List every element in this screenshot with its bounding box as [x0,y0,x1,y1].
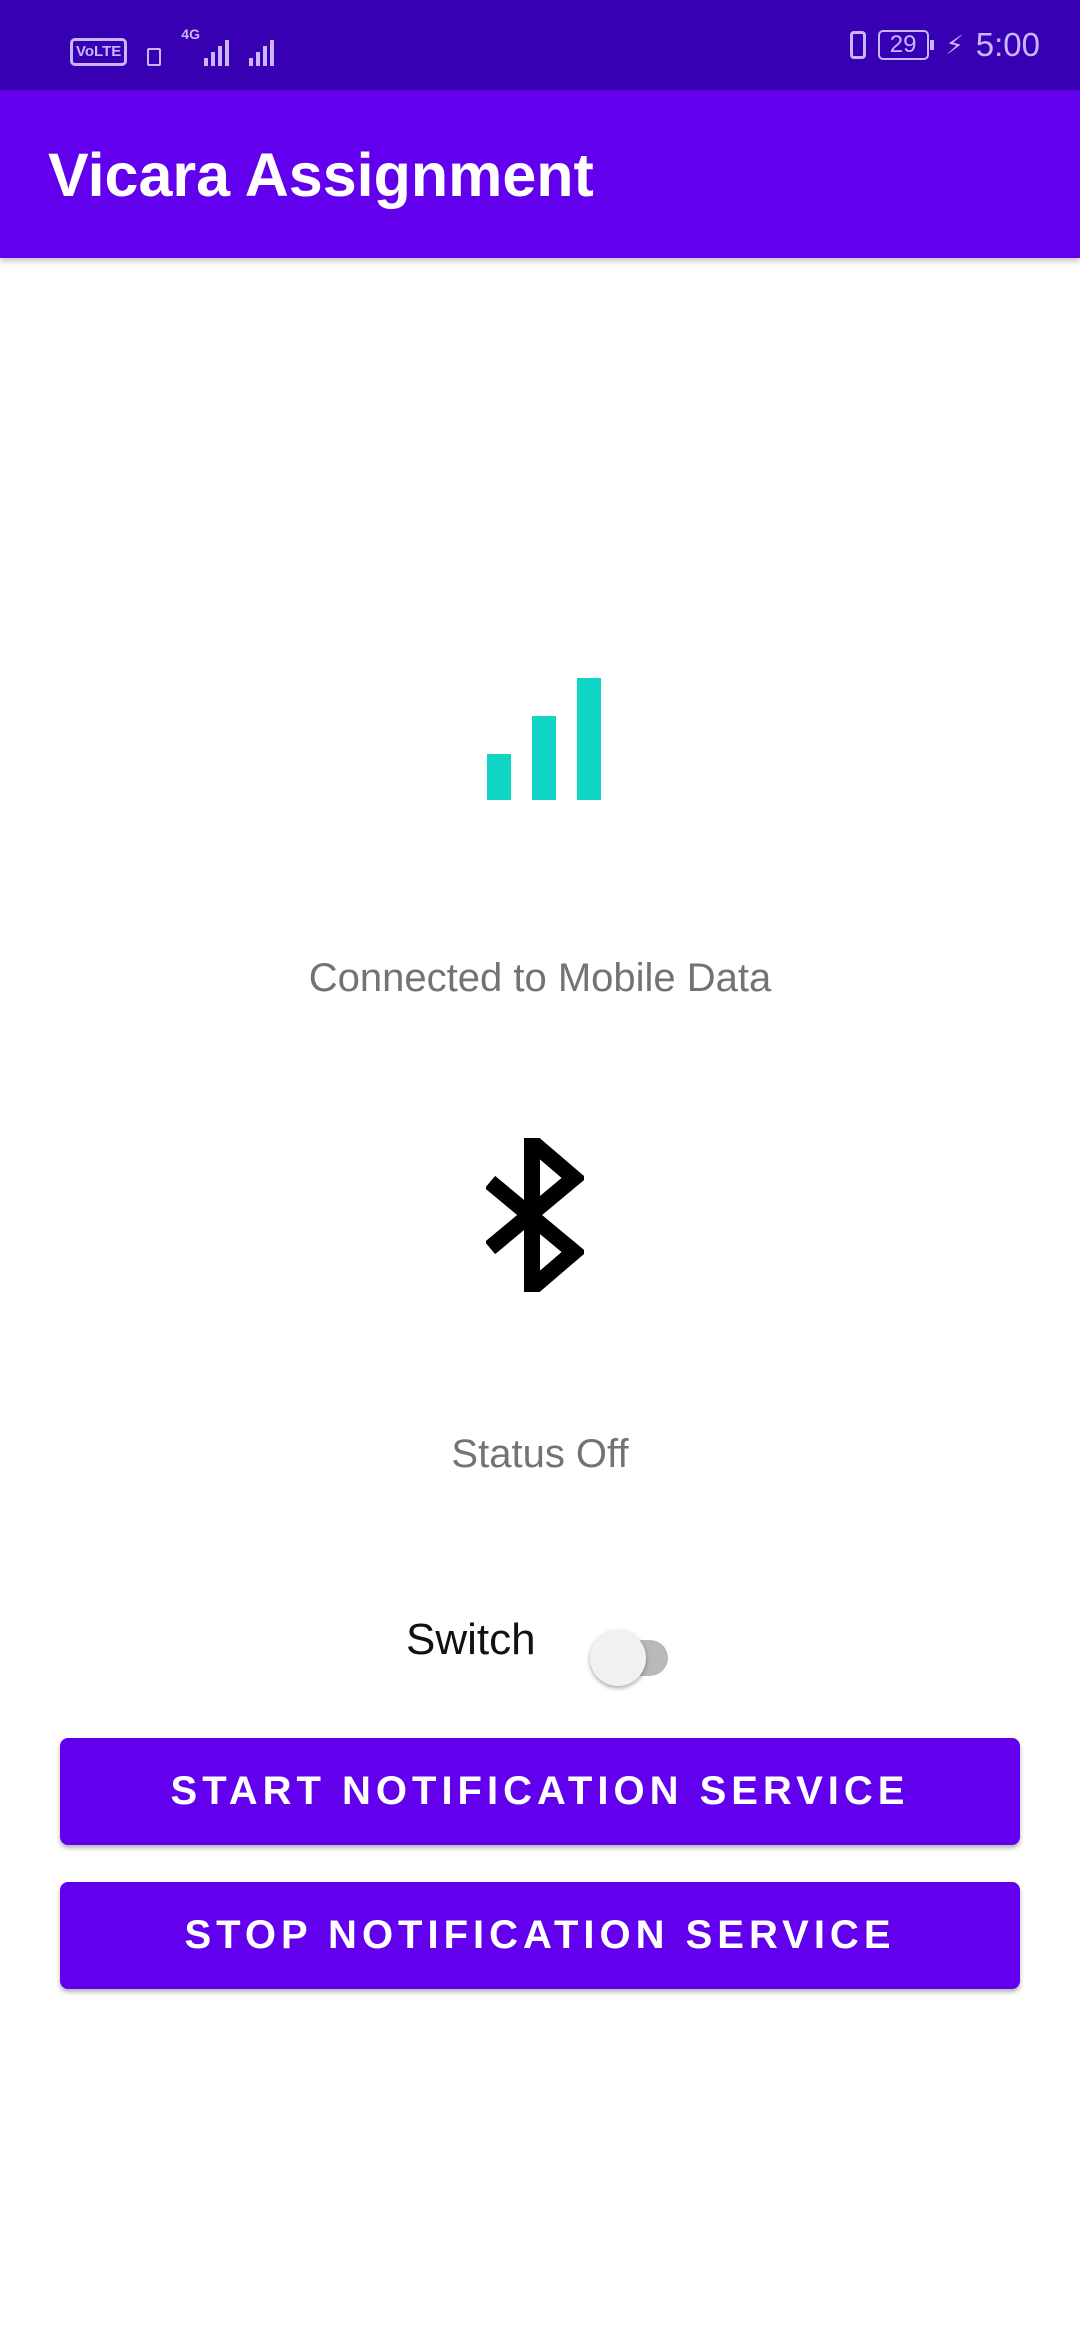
bluetooth-status-text: Status Off [451,1432,629,1476]
toggle-switch[interactable] [586,1620,676,1686]
switch-thumb[interactable] [589,1630,646,1686]
battery-tip [929,40,934,50]
signal-strength-icon [203,36,229,66]
status-left-icons: VoLTE 4G [70,26,274,66]
battery-level: 29 [877,30,929,60]
network-status-text: Connected to Mobile Data [308,956,772,1000]
app-bar: Vicara Assignment [0,90,1080,258]
status-clock: 5:00 [975,26,1040,63]
signal-strength-icon-sim2 [248,36,274,66]
charging-icon: ⚡ [945,29,964,60]
cellular-signal-icon [487,678,601,800]
battery-icon: 29 [877,30,934,60]
network-type-label: 4G [181,26,200,42]
status-bar: VoLTE 4G 29 ⚡ 5:00 [0,0,1080,90]
stop-notification-service-button[interactable]: STOP NOTIFICATION SERVICE [60,1882,1020,1989]
start-notification-service-button[interactable]: START NOTIFICATION SERVICE [60,1738,1020,1845]
switch-row[interactable]: Switch [406,1600,676,1686]
status-right-icons: 29 ⚡ 5:00 [849,22,1040,68]
bluetooth-icon [486,1138,584,1292]
switch-label: Switch [406,1615,536,1664]
vibrate-icon [849,31,866,59]
sim-icon [147,48,162,66]
volte-icon: VoLTE [70,38,128,66]
app-title: Vicara Assignment [48,141,594,209]
